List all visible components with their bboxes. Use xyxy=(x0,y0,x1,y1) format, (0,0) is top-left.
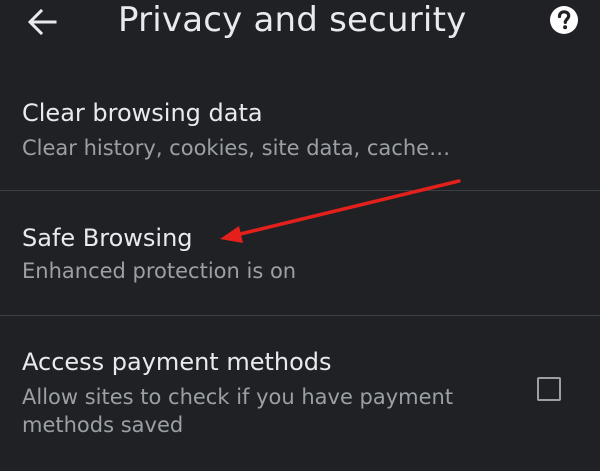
help-button[interactable] xyxy=(548,4,580,36)
help-circle-icon xyxy=(550,6,578,34)
page-title: Privacy and security xyxy=(118,0,467,40)
setting-access-payment-methods[interactable]: Access payment methods Allow sites to ch… xyxy=(0,316,600,471)
setting-title: Clear browsing data xyxy=(22,99,263,127)
payment-methods-checkbox[interactable] xyxy=(537,377,561,401)
setting-subtitle: Allow sites to check if you have payment… xyxy=(22,385,454,437)
setting-title: Access payment methods xyxy=(22,348,332,376)
setting-safe-browsing[interactable]: Safe Browsing Enhanced protection is on xyxy=(0,191,600,315)
setting-subtitle: Clear history, cookies, site data, cache… xyxy=(22,136,451,160)
back-button[interactable] xyxy=(18,0,66,44)
setting-subtitle: Enhanced protection is on xyxy=(22,259,297,283)
setting-clear-browsing-data[interactable]: Clear browsing data Clear history, cooki… xyxy=(0,86,600,190)
arrow-left-icon xyxy=(27,9,57,35)
setting-title: Safe Browsing xyxy=(22,224,193,252)
app-bar: Privacy and security xyxy=(0,0,600,50)
